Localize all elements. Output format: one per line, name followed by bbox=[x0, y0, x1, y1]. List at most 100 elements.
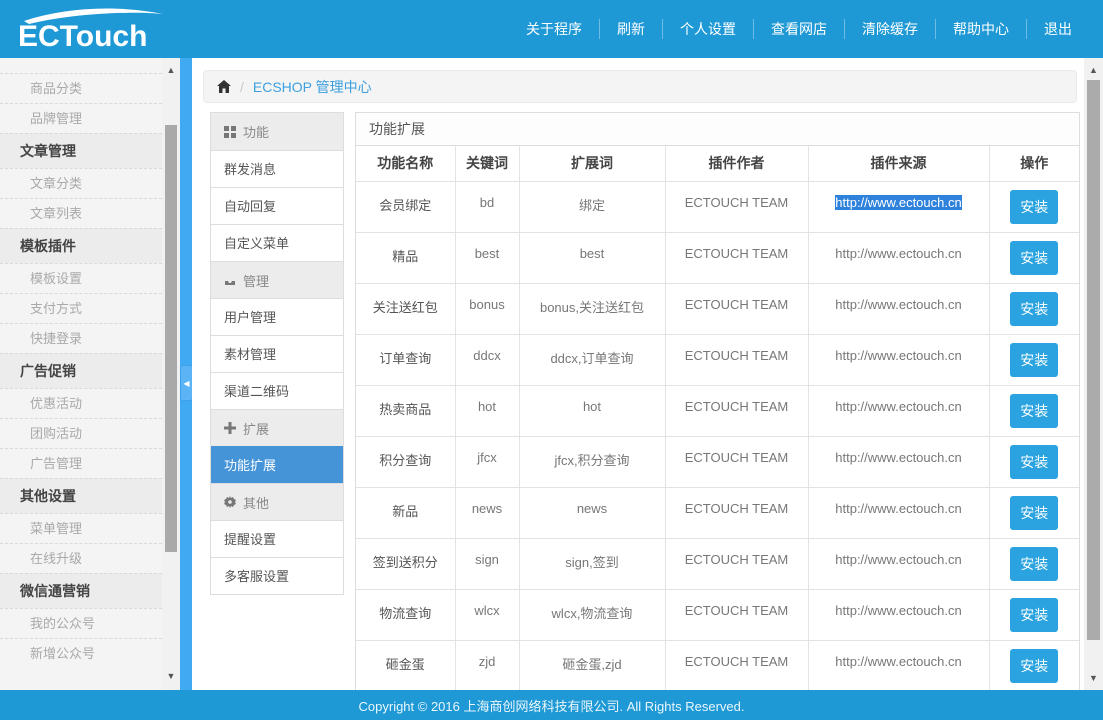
install-button[interactable]: 安装 bbox=[1010, 241, 1058, 275]
sidebar-item-groupbuy-activities[interactable]: 团购活动 bbox=[0, 418, 162, 448]
scroll-down-icon[interactable]: ▼ bbox=[162, 670, 180, 682]
operation-cell: 安装 bbox=[989, 334, 1079, 385]
source-cell: http://www.ectouch.cn bbox=[808, 538, 989, 589]
source-cell: http://www.ectouch.cn bbox=[808, 436, 989, 487]
header-menu-refresh[interactable]: 刷新 bbox=[600, 19, 662, 39]
sidebar-item-partial-label: 商品设置 bbox=[0, 58, 162, 60]
sidebar-item-payment-methods[interactable]: 支付方式 bbox=[0, 293, 162, 323]
operation-cell: 安装 bbox=[989, 385, 1079, 436]
sidebar-item-article-list[interactable]: 文章列表 bbox=[0, 198, 162, 228]
install-button[interactable]: 安装 bbox=[1010, 649, 1058, 683]
sidebar-item-menu-management[interactable]: 菜单管理 bbox=[0, 513, 162, 543]
sidebar-item-goods-category[interactable]: 商品分类 bbox=[0, 73, 162, 103]
source-text: http://www.ectouch.cn bbox=[835, 450, 961, 465]
footer: Copyright © 2016 上海商创网络科技有限公司. All Right… bbox=[0, 690, 1103, 720]
name-cell: 砸金蛋 bbox=[356, 640, 455, 690]
submenu-item-user-management[interactable]: 用户管理 bbox=[211, 298, 343, 335]
table-row: 关注送红包bonusbonus,关注送红包ECTOUCH TEAMhttp://… bbox=[356, 283, 1079, 334]
sidebar-item-add-official-account[interactable]: 新增公众号 bbox=[0, 638, 162, 668]
source-cell: http://www.ectouch.cn bbox=[808, 232, 989, 283]
source-cell: http://www.ectouch.cn bbox=[808, 487, 989, 538]
kw-cell: sign bbox=[455, 538, 519, 589]
submenu-item-custom-menu[interactable]: 自定义菜单 bbox=[211, 224, 343, 261]
sidebar: 商品设置 商品分类品牌管理文章管理文章分类文章列表模板插件模板设置支付方式快捷登… bbox=[0, 58, 162, 690]
header-menu-clear-cache[interactable]: 清除缓存 bbox=[845, 19, 935, 39]
submenu-item-material-management[interactable]: 素材管理 bbox=[211, 335, 343, 372]
submenu-group-management: 管理 bbox=[211, 261, 343, 298]
source-cell: http://www.ectouch.cn bbox=[808, 589, 989, 640]
logo-text: ECTouch bbox=[18, 20, 147, 53]
operation-cell: 安装 bbox=[989, 283, 1079, 334]
source-cell: http://www.ectouch.cn bbox=[808, 181, 989, 232]
source-text: http://www.ectouch.cn bbox=[835, 552, 961, 567]
submenu-item-channel-qrcode[interactable]: 渠道二维码 bbox=[211, 372, 343, 409]
table-row: 热卖商品hothotECTOUCH TEAMhttp://www.ectouch… bbox=[356, 385, 1079, 436]
sidebar-item-my-official-account[interactable]: 我的公众号 bbox=[0, 608, 162, 638]
column-header: 功能名称 bbox=[356, 146, 455, 181]
gear-icon bbox=[224, 496, 236, 508]
submenu-item-multi-service-settings[interactable]: 多客服设置 bbox=[211, 557, 343, 594]
header-menu-personal-settings[interactable]: 个人设置 bbox=[663, 19, 753, 39]
header-menu-view-shop[interactable]: 查看网店 bbox=[754, 19, 844, 39]
install-button[interactable]: 安装 bbox=[1010, 190, 1058, 224]
table-row: 积分查询jfcxjfcx,积分查询ECTOUCH TEAMhttp://www.… bbox=[356, 436, 1079, 487]
submenu-group-features: 功能 bbox=[211, 113, 343, 150]
scroll-up-icon[interactable]: ▲ bbox=[1084, 64, 1103, 76]
scroll-up-icon[interactable]: ▲ bbox=[162, 64, 180, 76]
author-cell: ECTOUCH TEAM bbox=[665, 283, 808, 334]
sidebar-item-online-upgrade[interactable]: 在线升级 bbox=[0, 543, 162, 573]
home-icon[interactable] bbox=[217, 80, 231, 93]
content-scrollbar[interactable]: ▲ ▼ bbox=[1084, 58, 1103, 690]
ext-cell: 绑定 bbox=[519, 181, 665, 232]
install-button[interactable]: 安装 bbox=[1010, 343, 1058, 377]
operation-cell: 安装 bbox=[989, 640, 1079, 690]
name-cell: 签到送积分 bbox=[356, 538, 455, 589]
install-button[interactable]: 安装 bbox=[1010, 598, 1058, 632]
install-button[interactable]: 安装 bbox=[1010, 496, 1058, 530]
sidebar-item-partial[interactable]: 商品设置 bbox=[0, 58, 162, 73]
sidebar-item-discount-activities[interactable]: 优惠活动 bbox=[0, 388, 162, 418]
submenu-item-mass-message[interactable]: 群发消息 bbox=[211, 150, 343, 187]
author-cell: ECTOUCH TEAM bbox=[665, 487, 808, 538]
install-button[interactable]: 安装 bbox=[1010, 547, 1058, 581]
header-menu-help-center[interactable]: 帮助中心 bbox=[936, 19, 1026, 39]
sidebar-scrollbar-thumb[interactable] bbox=[165, 125, 177, 552]
sidebar-item-ad-management[interactable]: 广告管理 bbox=[0, 448, 162, 478]
kw-cell: jfcx bbox=[455, 436, 519, 487]
submenu-group-label: 其他 bbox=[243, 493, 269, 512]
submenu-item-auto-reply[interactable]: 自动回复 bbox=[211, 187, 343, 224]
author-cell: ECTOUCH TEAM bbox=[665, 385, 808, 436]
kw-cell: bonus bbox=[455, 283, 519, 334]
submenu-item-reminder-settings[interactable]: 提醒设置 bbox=[211, 520, 343, 557]
source-cell: http://www.ectouch.cn bbox=[808, 334, 989, 385]
name-cell: 新品 bbox=[356, 487, 455, 538]
author-cell: ECTOUCH TEAM bbox=[665, 640, 808, 690]
kw-cell: wlcx bbox=[455, 589, 519, 640]
submenu-group-label: 扩展 bbox=[243, 419, 269, 438]
header-menu-logout[interactable]: 退出 bbox=[1027, 19, 1089, 39]
app-window: ECTouch 关于程序刷新个人设置查看网店清除缓存帮助中心退出 商品设置 商品… bbox=[0, 0, 1103, 720]
header-menu: 关于程序刷新个人设置查看网店清除缓存帮助中心退出 bbox=[509, 0, 1089, 58]
sidebar-scrollbar[interactable]: ▲ ▼ bbox=[162, 58, 180, 690]
submenu-group-others: 其他 bbox=[211, 483, 343, 520]
breadcrumb-link[interactable]: ECSHOP 管理中心 bbox=[253, 77, 372, 97]
install-button[interactable]: 安装 bbox=[1010, 445, 1058, 479]
content-scrollbar-thumb[interactable] bbox=[1087, 80, 1100, 640]
breadcrumb: / ECSHOP 管理中心 bbox=[203, 70, 1077, 103]
name-cell: 物流查询 bbox=[356, 589, 455, 640]
sidebar-item-template-settings[interactable]: 模板设置 bbox=[0, 263, 162, 293]
scroll-down-icon[interactable]: ▼ bbox=[1084, 672, 1103, 684]
submenu-item-function-extension[interactable]: 功能扩展 bbox=[211, 446, 343, 483]
install-button[interactable]: 安装 bbox=[1010, 292, 1058, 326]
install-button[interactable]: 安装 bbox=[1010, 394, 1058, 428]
sidebar-item-quick-login[interactable]: 快捷登录 bbox=[0, 323, 162, 353]
logo-swoosh-icon: ECTouch bbox=[16, 5, 168, 53]
table-row: 砸金蛋zjd砸金蛋,zjdECTOUCH TEAMhttp://www.ecto… bbox=[356, 640, 1079, 690]
sidebar-item-article-category[interactable]: 文章分类 bbox=[0, 168, 162, 198]
author-cell: ECTOUCH TEAM bbox=[665, 232, 808, 283]
table-row: 订单查询ddcxddcx,订单查询ECTOUCH TEAMhttp://www.… bbox=[356, 334, 1079, 385]
plus-icon bbox=[224, 422, 236, 434]
sidebar-item-brand-management[interactable]: 品牌管理 bbox=[0, 103, 162, 133]
header-menu-about-program[interactable]: 关于程序 bbox=[509, 19, 599, 39]
name-cell: 关注送红包 bbox=[356, 283, 455, 334]
